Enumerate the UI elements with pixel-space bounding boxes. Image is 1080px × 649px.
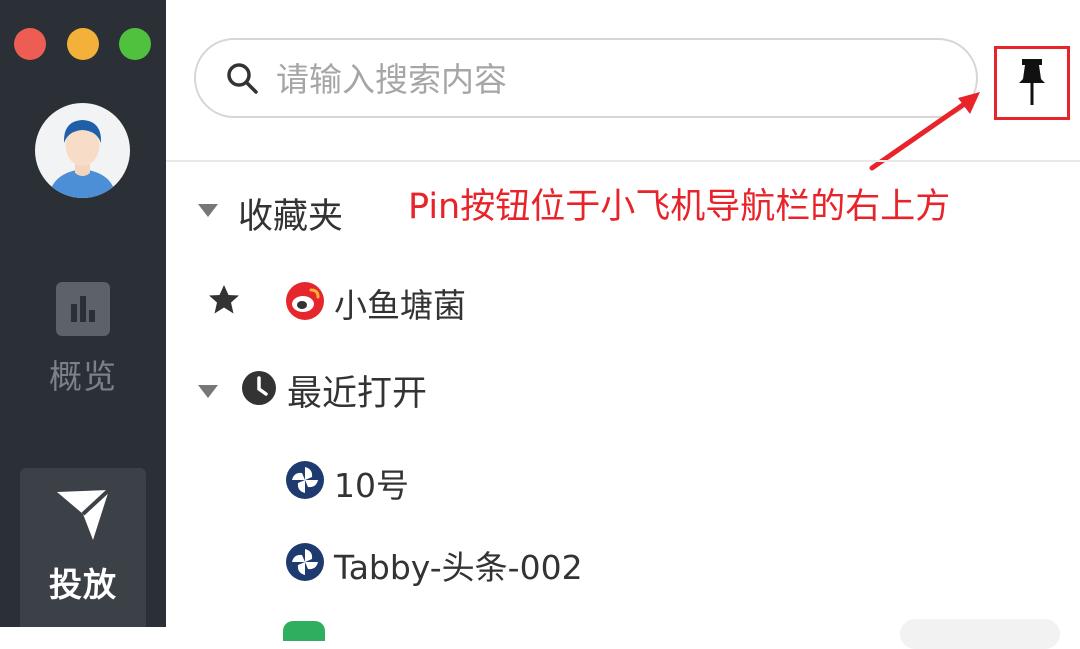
window-minimize-button[interactable] <box>67 28 99 60</box>
caret-down-icon <box>198 385 218 398</box>
paper-plane-icon <box>53 484 113 544</box>
annotation-arrow-icon <box>869 92 980 171</box>
pinwheel-icon <box>286 461 324 499</box>
list-item-label: Tabby-头条-002 <box>334 548 583 587</box>
favorites-section-toggle[interactable]: 收藏夹 <box>196 188 356 237</box>
sidebar-item-launch[interactable]: 投放 <box>20 468 146 627</box>
sidebar-item-label: 投放 <box>49 565 117 604</box>
pin-button[interactable] <box>994 46 1070 120</box>
favorites-section-label: 收藏夹 <box>238 197 344 237</box>
user-avatar-icon <box>49 120 116 198</box>
search-input[interactable] <box>274 52 958 106</box>
avatar[interactable] <box>35 103 130 198</box>
sidebar-item-label: 概览 <box>49 357 117 396</box>
list-item-label: 10号 <box>334 466 409 505</box>
header-divider <box>166 160 1080 162</box>
weibo-icon <box>286 282 324 320</box>
pinwheel-icon <box>286 543 324 581</box>
bar-chart-icon <box>56 282 110 336</box>
sidebar: 概览 投放 <box>0 0 166 627</box>
search-icon <box>227 63 258 94</box>
recent-section-label: 最近打开 <box>287 374 428 414</box>
caret-down-icon <box>198 204 218 217</box>
pushpin-icon <box>1019 59 1045 105</box>
annotation-text: Pin按钮位于小飞机导航栏的右上方 <box>408 187 951 227</box>
list-item-badge-partial <box>900 619 1060 649</box>
search-bar[interactable] <box>194 38 978 118</box>
star-icon[interactable] <box>206 282 242 318</box>
window-close-button[interactable] <box>14 28 46 60</box>
sidebar-item-overview[interactable]: 概览 <box>20 282 146 402</box>
window-maximize-button[interactable] <box>119 28 151 60</box>
list-item-icon-partial <box>283 621 325 641</box>
clock-icon <box>242 371 276 405</box>
favorite-item-label: 小鱼塘菌 <box>334 286 466 325</box>
